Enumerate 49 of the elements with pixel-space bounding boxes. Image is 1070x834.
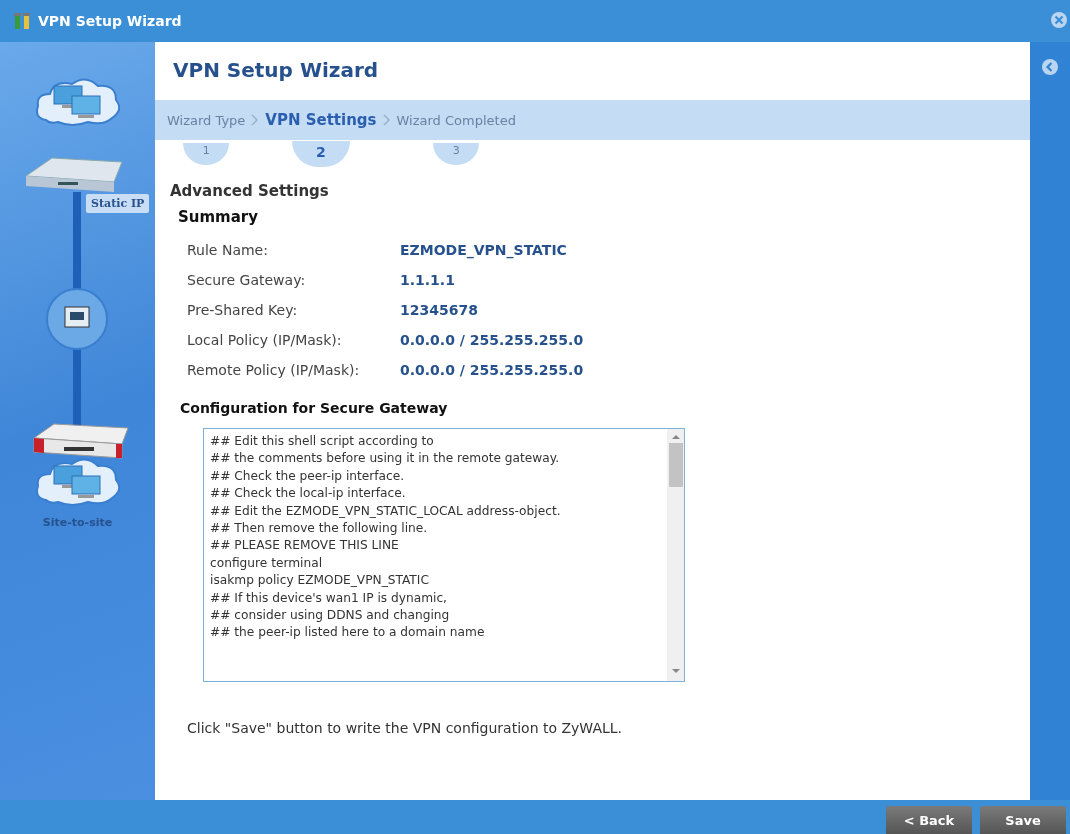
step-number: 1 xyxy=(183,142,230,165)
mode-label: Site-to-site xyxy=(42,516,113,529)
script-line: ## consider using DDNS and changing xyxy=(210,607,451,625)
ethernet-port-icon xyxy=(45,287,109,351)
wizard-button[interactable]: < Back xyxy=(886,806,972,834)
script-line: isakmp policy EZMODE_VPN_STATIC xyxy=(210,572,430,590)
field-label: Secure Gateway: xyxy=(187,272,307,288)
script-line: ## the comments before using it in the remote gateway. xyxy=(210,450,561,468)
script-line: ## If this device's wan1 IP is dynamic, xyxy=(210,589,448,607)
step-number: 2 xyxy=(291,141,350,167)
field-label: Local Policy (IP/Mask): xyxy=(187,332,343,348)
script-line: ## Edit the EZMODE_VPN_STATIC_LOCAL address-object. xyxy=(210,502,562,520)
script-line: ## PLEASE REMOVE THIS LINE xyxy=(210,537,400,555)
scrollbar[interactable] xyxy=(667,429,684,681)
instruction-text: Click "Save" button to write the VPN configuration to ZyWALL. xyxy=(187,720,624,736)
field-label: Remote Policy (IP/Mask): xyxy=(187,362,361,378)
wizard-button[interactable]: Save xyxy=(980,806,1066,834)
scroll-thumb[interactable] xyxy=(668,443,683,487)
step-number: 3 xyxy=(433,142,480,165)
script-line: ## Edit this shell script according to xyxy=(210,433,435,450)
section-title: Advanced Settings xyxy=(170,182,330,200)
field-value: EZMODE_VPN_STATIC xyxy=(400,242,567,258)
wizard-title: VPN Setup Wizard xyxy=(173,58,380,84)
step-tab[interactable]: VPN Settings xyxy=(265,111,377,129)
chevron-icon xyxy=(251,114,260,126)
step-tab[interactable]: Wizard Completed xyxy=(396,112,516,128)
device-label: Static IP xyxy=(86,194,150,213)
window-title: VPN Setup Wizard xyxy=(38,13,182,29)
field-value: 0.0.0.0 / 255.255.255.0 xyxy=(400,362,584,378)
section-subtitle: Summary xyxy=(178,208,260,226)
scroll-up-icon[interactable] xyxy=(670,433,681,441)
chevron-icon xyxy=(382,114,391,126)
step-tab[interactable]: Wizard Type xyxy=(167,112,246,128)
script-line: ## the peer-ip listed here to a domain name xyxy=(210,624,486,642)
field-value: 12345678 xyxy=(400,302,478,318)
field-value: 0.0.0.0 / 255.255.255.0 xyxy=(400,332,584,348)
field-label: Rule Name: xyxy=(187,242,269,258)
section-subtitle: Configuration for Secure Gateway xyxy=(180,400,449,416)
script-line: ## Check the peer-ip interface. xyxy=(210,467,406,485)
script-line: ## Check the local-ip interface. xyxy=(210,485,407,503)
script-line: configure terminal xyxy=(210,554,324,572)
field-label: Pre-Shared Key: xyxy=(187,302,299,318)
close-icon[interactable] xyxy=(1050,11,1068,29)
tools-icon xyxy=(14,12,30,30)
field-value: 1.1.1.1 xyxy=(400,272,455,288)
script-text-area[interactable] xyxy=(203,428,685,682)
collapse-icon[interactable] xyxy=(1041,58,1059,76)
scroll-down-icon[interactable] xyxy=(670,667,681,675)
script-line: ## Then remove the following line. xyxy=(210,520,429,538)
